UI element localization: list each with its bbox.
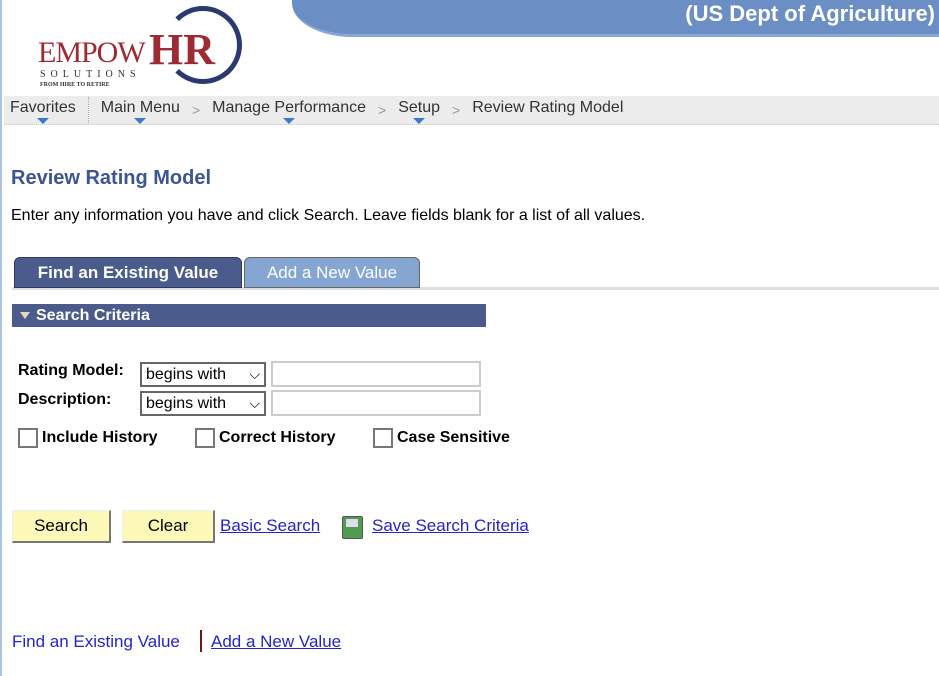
description-label: Description: <box>18 391 112 408</box>
nav-label: Main Menu <box>100 99 180 116</box>
dropdown-arrow-icon <box>134 118 147 124</box>
save-search-criteria-link[interactable]: Save Search Criteria <box>372 516 529 536</box>
nav-label: Manage Performance <box>212 99 366 116</box>
search-button[interactable]: Search <box>12 510 111 543</box>
logo-text-hr: HR <box>149 25 215 74</box>
checkbox-icon[interactable] <box>195 428 215 448</box>
rating-model-operator-select[interactable]: begins with ⌵ <box>140 362 266 387</box>
rating-model-input[interactable] <box>271 361 481 387</box>
search-criteria-header[interactable]: Search Criteria <box>12 304 486 327</box>
dropdown-arrow-icon <box>283 118 296 124</box>
footer-add-new-link[interactable]: Add a New Value <box>211 632 341 652</box>
nav-manage-performance[interactable]: Manage Performance <box>206 96 372 124</box>
case-sensitive-checkbox[interactable]: Case Sensitive <box>373 428 510 448</box>
rating-model-label: Rating Model: <box>18 362 124 379</box>
description-input[interactable] <box>271 390 481 416</box>
instructions: Enter any information you have and click… <box>11 207 646 224</box>
nav-current-page: Review Rating Model <box>466 96 629 124</box>
select-value: begins with <box>146 395 227 412</box>
nav-label: Review Rating Model <box>472 99 624 116</box>
correct-history-checkbox[interactable]: Correct History <box>195 428 335 448</box>
checkbox-label: Correct History <box>219 429 336 446</box>
empowhr-logo: EMPOW HR SOLUTIONS FROM HIRE TO RETIRE <box>34 6 249 92</box>
save-disk-icon[interactable] <box>342 516 363 539</box>
breadcrumb: Favorites Main Menu > Manage Performance… <box>4 96 939 125</box>
description-operator-select[interactable]: begins with ⌵ <box>140 391 266 416</box>
dropdown-arrow-icon <box>36 118 49 124</box>
nav-main-menu[interactable]: Main Menu <box>95 96 186 124</box>
collapse-triangle-icon <box>20 312 30 320</box>
clear-button[interactable]: Clear <box>122 510 215 543</box>
nav-setup[interactable]: Setup <box>392 96 446 124</box>
nav-label: Favorites <box>10 99 76 116</box>
checkbox-label: Include History <box>42 429 158 446</box>
logo-tagline: FROM HIRE TO RETIRE <box>40 82 110 88</box>
checkbox-icon[interactable] <box>18 428 38 448</box>
dropdown-arrow-icon <box>413 118 426 124</box>
select-value: begins with <box>146 366 227 383</box>
include-history-checkbox[interactable]: Include History <box>18 428 158 448</box>
footer-divider <box>200 630 202 652</box>
chevron-right-icon: > <box>191 102 201 118</box>
tab-add-new[interactable]: Add a New Value <box>244 257 420 288</box>
logo-text: EMPOW <box>38 36 146 69</box>
tab-find-existing[interactable]: Find an Existing Value <box>14 257 242 288</box>
chevron-right-icon: > <box>378 102 387 118</box>
org-name: (US Dept of Agriculture) <box>685 1 935 26</box>
chevron-down-icon: ⌵ <box>249 366 260 382</box>
nav-label: Setup <box>398 99 440 116</box>
nav-favorites[interactable]: Favorites <box>4 96 82 124</box>
basic-search-link[interactable]: Basic Search <box>220 516 320 536</box>
footer-find-existing[interactable]: Find an Existing Value <box>12 632 180 652</box>
logo-sub: SOLUTIONS <box>40 69 141 80</box>
chevron-right-icon: > <box>452 102 461 118</box>
header-banner: (US Dept of Agriculture) <box>292 0 939 37</box>
checkbox-label: Case Sensitive <box>397 429 510 446</box>
chevron-down-icon: ⌵ <box>249 395 260 411</box>
section-title: Search Criteria <box>36 307 150 324</box>
nav-divider <box>87 97 89 123</box>
page-title: Review Rating Model <box>11 167 212 189</box>
checkbox-icon[interactable] <box>373 428 393 448</box>
tab-bar: Find an Existing Value Add a New Value <box>12 257 939 290</box>
